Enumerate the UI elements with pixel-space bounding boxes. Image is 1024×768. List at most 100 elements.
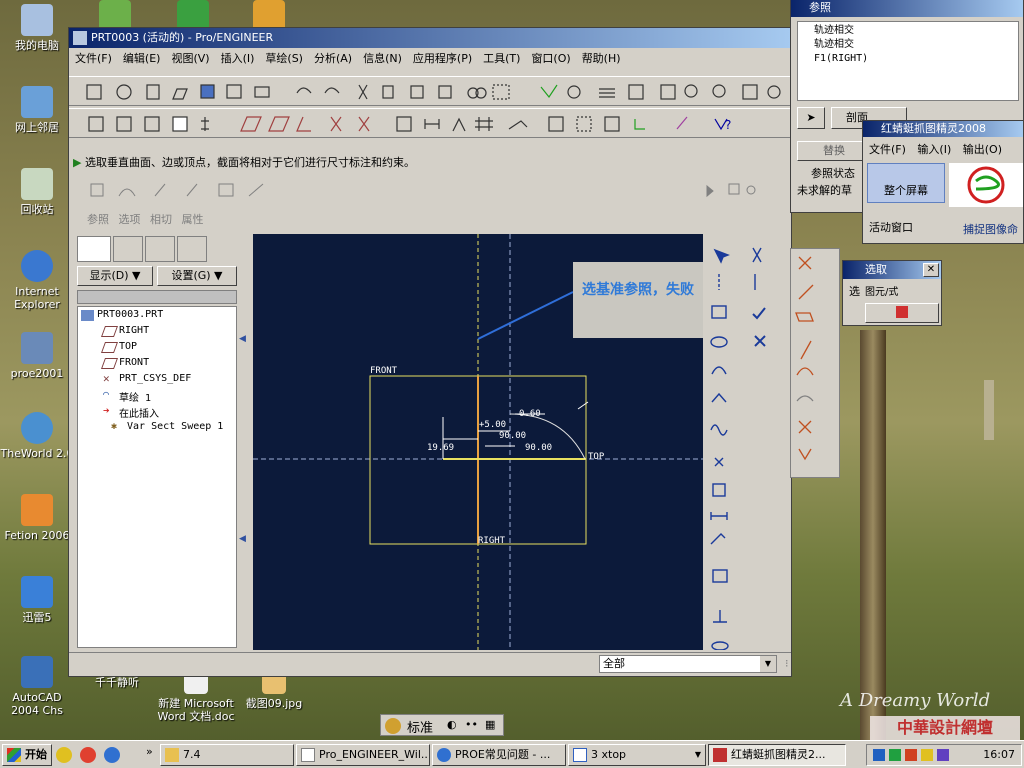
references-titlebar[interactable]: 参照: [791, 0, 1023, 17]
quicklaunch-expand-icon[interactable]: »: [146, 745, 153, 758]
model-tree[interactable]: [77, 306, 237, 648]
capture-logo: [949, 163, 1023, 207]
select-mode: 图元/式: [865, 287, 899, 298]
tab-model-tree[interactable]: [77, 236, 111, 262]
scale-rotate-icon: [798, 448, 812, 461]
replace-button[interactable]: 替换: [797, 141, 871, 161]
desktop-icon-recycle[interactable]: 回收站: [0, 168, 74, 216]
tray-icon-2[interactable]: [889, 749, 901, 761]
menu-info[interactable]: 信息(N): [363, 52, 402, 65]
start-button[interactable]: 开始: [2, 744, 52, 766]
arc-icon: [711, 366, 727, 375]
tray-icon-5[interactable]: [937, 749, 949, 761]
select-pointer-button[interactable]: ➤: [797, 107, 825, 129]
tray-icon-1[interactable]: [873, 749, 885, 761]
tab-favorites[interactable]: [145, 236, 175, 262]
tree-item-sketch[interactable]: ⌒ 草绘 1: [103, 389, 151, 405]
desktop-icon-my-computer[interactable]: 我的电脑: [0, 4, 74, 52]
chevron-down-icon[interactable]: ▼: [760, 656, 776, 672]
tree-item-front[interactable]: FRONT: [100, 357, 149, 369]
menu-help[interactable]: 帮助(H): [582, 52, 621, 65]
dash-tab-references[interactable]: 参照: [87, 213, 109, 226]
qq-icon-2[interactable]: [80, 747, 96, 763]
dim-0-60[interactable]: 0.60: [519, 409, 541, 419]
divide-icon: [800, 340, 812, 360]
desktop-icon-word-doc[interactable]: 新建 Microsoft Word 文档.doc: [156, 670, 236, 723]
task-proe-wildfire[interactable]: Pro_ENGINEER_Wil...: [296, 744, 430, 766]
task-xtop[interactable]: 3 xtop ▼: [568, 744, 706, 766]
task-capture-tool[interactable]: 红蜻蜓抓图精灵2...: [708, 744, 846, 766]
desktop-icon-ttplayer[interactable]: 千千静听: [80, 676, 154, 689]
menu-view[interactable]: 视图(V): [171, 52, 209, 65]
desktop-icon-fetion[interactable]: Fetion 2006: [0, 494, 74, 542]
tray-icon-4[interactable]: [921, 749, 933, 761]
desktop-icon-ie[interactable]: Internet Explorer: [0, 250, 74, 311]
graphics-window[interactable]: FRONT TOP RIGHT 0.60 +5.00 90.00 19.69 9…: [253, 234, 703, 650]
panel-splitter[interactable]: ◀ ◀: [237, 234, 251, 648]
menu-window[interactable]: 窗口(O): [531, 52, 570, 65]
qq-icon[interactable]: [56, 747, 72, 763]
menu-tools[interactable]: 工具(T): [483, 52, 520, 65]
tree-item-top[interactable]: TOP: [100, 341, 137, 353]
orient-icon: [767, 85, 781, 99]
select-ok-button[interactable]: [865, 303, 939, 323]
sweep-surface-icon: [90, 183, 104, 197]
desktop-icon-proe2001[interactable]: proe2001: [0, 332, 74, 380]
ref-status-value: 未求解的草: [797, 184, 852, 197]
desktop-icon-network[interactable]: 网上邻居: [0, 86, 74, 134]
tab-connections[interactable]: [177, 236, 207, 262]
sweep-solid-icon: [118, 188, 136, 197]
desktop-icon-xunlei[interactable]: 迅雷5: [0, 576, 74, 624]
desktop-icon-theworld[interactable]: TheWorld 2.0: [0, 412, 74, 460]
dash-tab-properties[interactable]: 属性: [182, 213, 204, 226]
tree-item-part[interactable]: PRT0003.PRT: [81, 309, 163, 321]
filter-select[interactable]: 全部 ▼: [599, 655, 777, 673]
ref-item[interactable]: F1(RIGHT): [814, 52, 1018, 66]
ime-mode-label[interactable]: 标准: [407, 717, 433, 736]
dimension-tool-icon: [710, 512, 728, 520]
tree-item-right[interactable]: RIGHT: [100, 325, 149, 337]
menu-applications[interactable]: 应用程序(P): [413, 52, 472, 65]
task-folder-7-4[interactable]: 7.4: [160, 744, 294, 766]
ie-quicklaunch-icon[interactable]: [104, 747, 120, 763]
ref-item[interactable]: 轨迹相交: [814, 24, 1018, 38]
menu-file[interactable]: 文件(F): [75, 52, 112, 65]
tree-item-insert-here[interactable]: ➔ 在此插入: [103, 405, 159, 420]
dash-tab-tangency[interactable]: 相切: [150, 213, 172, 226]
menu-analysis[interactable]: 分析(A): [314, 52, 352, 65]
tree-settings-button[interactable]: 设置(G) ▼: [157, 266, 237, 286]
main-titlebar[interactable]: PRT0003 (活动的) - Pro/ENGINEER: [69, 28, 791, 48]
tree-item-var-sect-sweep[interactable]: ✱ Var Sect Sweep 1: [111, 421, 223, 432]
tree-item-csys[interactable]: ✕ PRT_CSYS_DEF: [103, 373, 191, 384]
tab-folder-browser[interactable]: [113, 236, 143, 262]
menu-edit[interactable]: 编辑(E): [123, 52, 161, 65]
datum-point-icon: [330, 116, 342, 132]
tray-icon-3[interactable]: [905, 749, 917, 761]
dim-90-00-a[interactable]: 90.00: [499, 431, 526, 441]
dim-19-69[interactable]: 19.69: [427, 443, 454, 453]
tree-show-button[interactable]: 显示(D) ▼: [77, 266, 153, 286]
menu-sketch[interactable]: 草绘(S): [265, 52, 303, 65]
clock[interactable]: 16:07: [983, 748, 1015, 761]
task-proe-faq[interactable]: PROE常见问题 - ...: [432, 744, 566, 766]
capture-titlebar[interactable]: 红蜻蜓抓图精灵2008: [863, 121, 1023, 137]
dash-tab-options[interactable]: 选项: [119, 213, 141, 226]
ref-item[interactable]: 轨迹相交: [814, 38, 1018, 52]
paste-sketch-icon: [634, 119, 645, 130]
capture-menu-input[interactable]: 输入(I): [917, 143, 951, 156]
full-screen-button[interactable]: 整个屏幕: [867, 163, 945, 203]
punctuation-icon[interactable]: ••: [465, 718, 478, 731]
references-list[interactable]: 轨迹相交 轨迹相交 F1(RIGHT): [797, 21, 1019, 101]
desktop-icon-autocad[interactable]: AutoCAD 2004 Chs: [0, 656, 74, 717]
dim-5-00[interactable]: +5.00: [479, 420, 506, 430]
ime-bar[interactable]: 标准 ◐ •• ▦: [380, 714, 504, 736]
moon-icon[interactable]: ◐: [447, 718, 457, 731]
dim-90-00-b[interactable]: 90.00: [525, 443, 552, 453]
disabled-tool-icon: [796, 395, 814, 402]
close-icon[interactable]: ✕: [923, 263, 939, 277]
keyboard-icon[interactable]: ▦: [485, 718, 495, 731]
toggle-sketch-icon: [508, 120, 528, 130]
menu-insert[interactable]: 插入(I): [221, 52, 255, 65]
capture-menu-file[interactable]: 文件(F): [869, 143, 906, 156]
capture-menu-output[interactable]: 输出(O): [963, 143, 1002, 156]
